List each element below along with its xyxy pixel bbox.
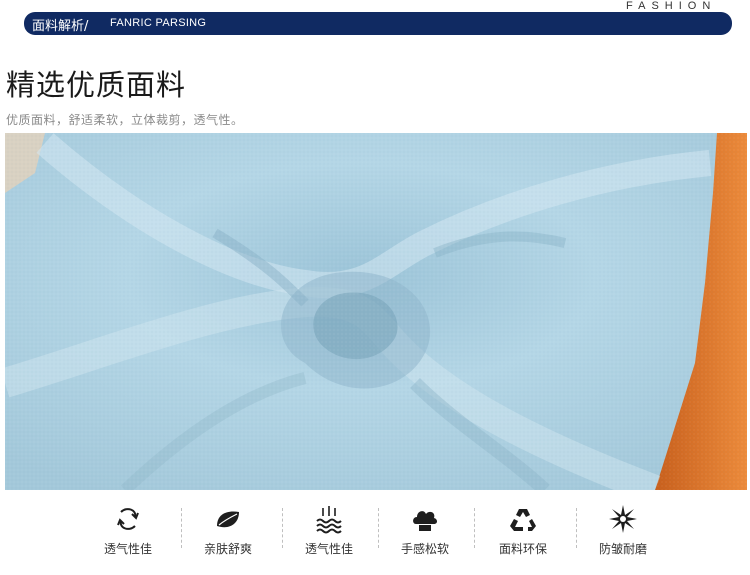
feature-item: 面料环保 — [473, 504, 573, 564]
soft-cloud-icon — [413, 511, 437, 531]
page-subtitle: 优质面料，舒适柔软，立体裁剪，透气性。 — [6, 113, 244, 127]
feature-label: 面料环保 — [498, 542, 547, 556]
section-header-bar: 面料解析/ FANRIC PARSING — [24, 12, 732, 35]
section-title-en: FANRIC PARSING — [110, 17, 207, 29]
feature-item: 防皱耐磨 — [573, 504, 673, 564]
feature-label: 手感松软 — [400, 542, 449, 556]
feature-label: 防皱耐磨 — [598, 542, 647, 556]
wrinkle-resistant-star-icon — [609, 505, 637, 533]
feature-strip: 透气性佳 亲肤舒爽 透气性佳 手感松软 面料环保 防皱耐磨 — [0, 496, 750, 575]
feature-label: 亲肤舒爽 — [203, 542, 252, 556]
water-waves-icon — [316, 506, 342, 534]
breathable-swirl-icon — [117, 508, 139, 530]
fabric-illustration — [5, 133, 747, 490]
feature-item: 亲肤舒爽 — [178, 504, 278, 564]
feature-item: 手感松软 — [375, 504, 475, 564]
fabric-photo — [5, 133, 747, 490]
feature-label: 透气性佳 — [304, 542, 353, 556]
feature-label: 透气性佳 — [103, 542, 152, 556]
section-title-cn: 面料解析/ — [32, 19, 89, 34]
leaf-icon — [217, 511, 239, 528]
feature-item: 透气性佳 — [279, 504, 379, 564]
recycle-icon — [510, 509, 536, 531]
feature-item: 透气性佳 — [78, 504, 178, 564]
page-title: 精选优质面料 — [6, 68, 187, 102]
